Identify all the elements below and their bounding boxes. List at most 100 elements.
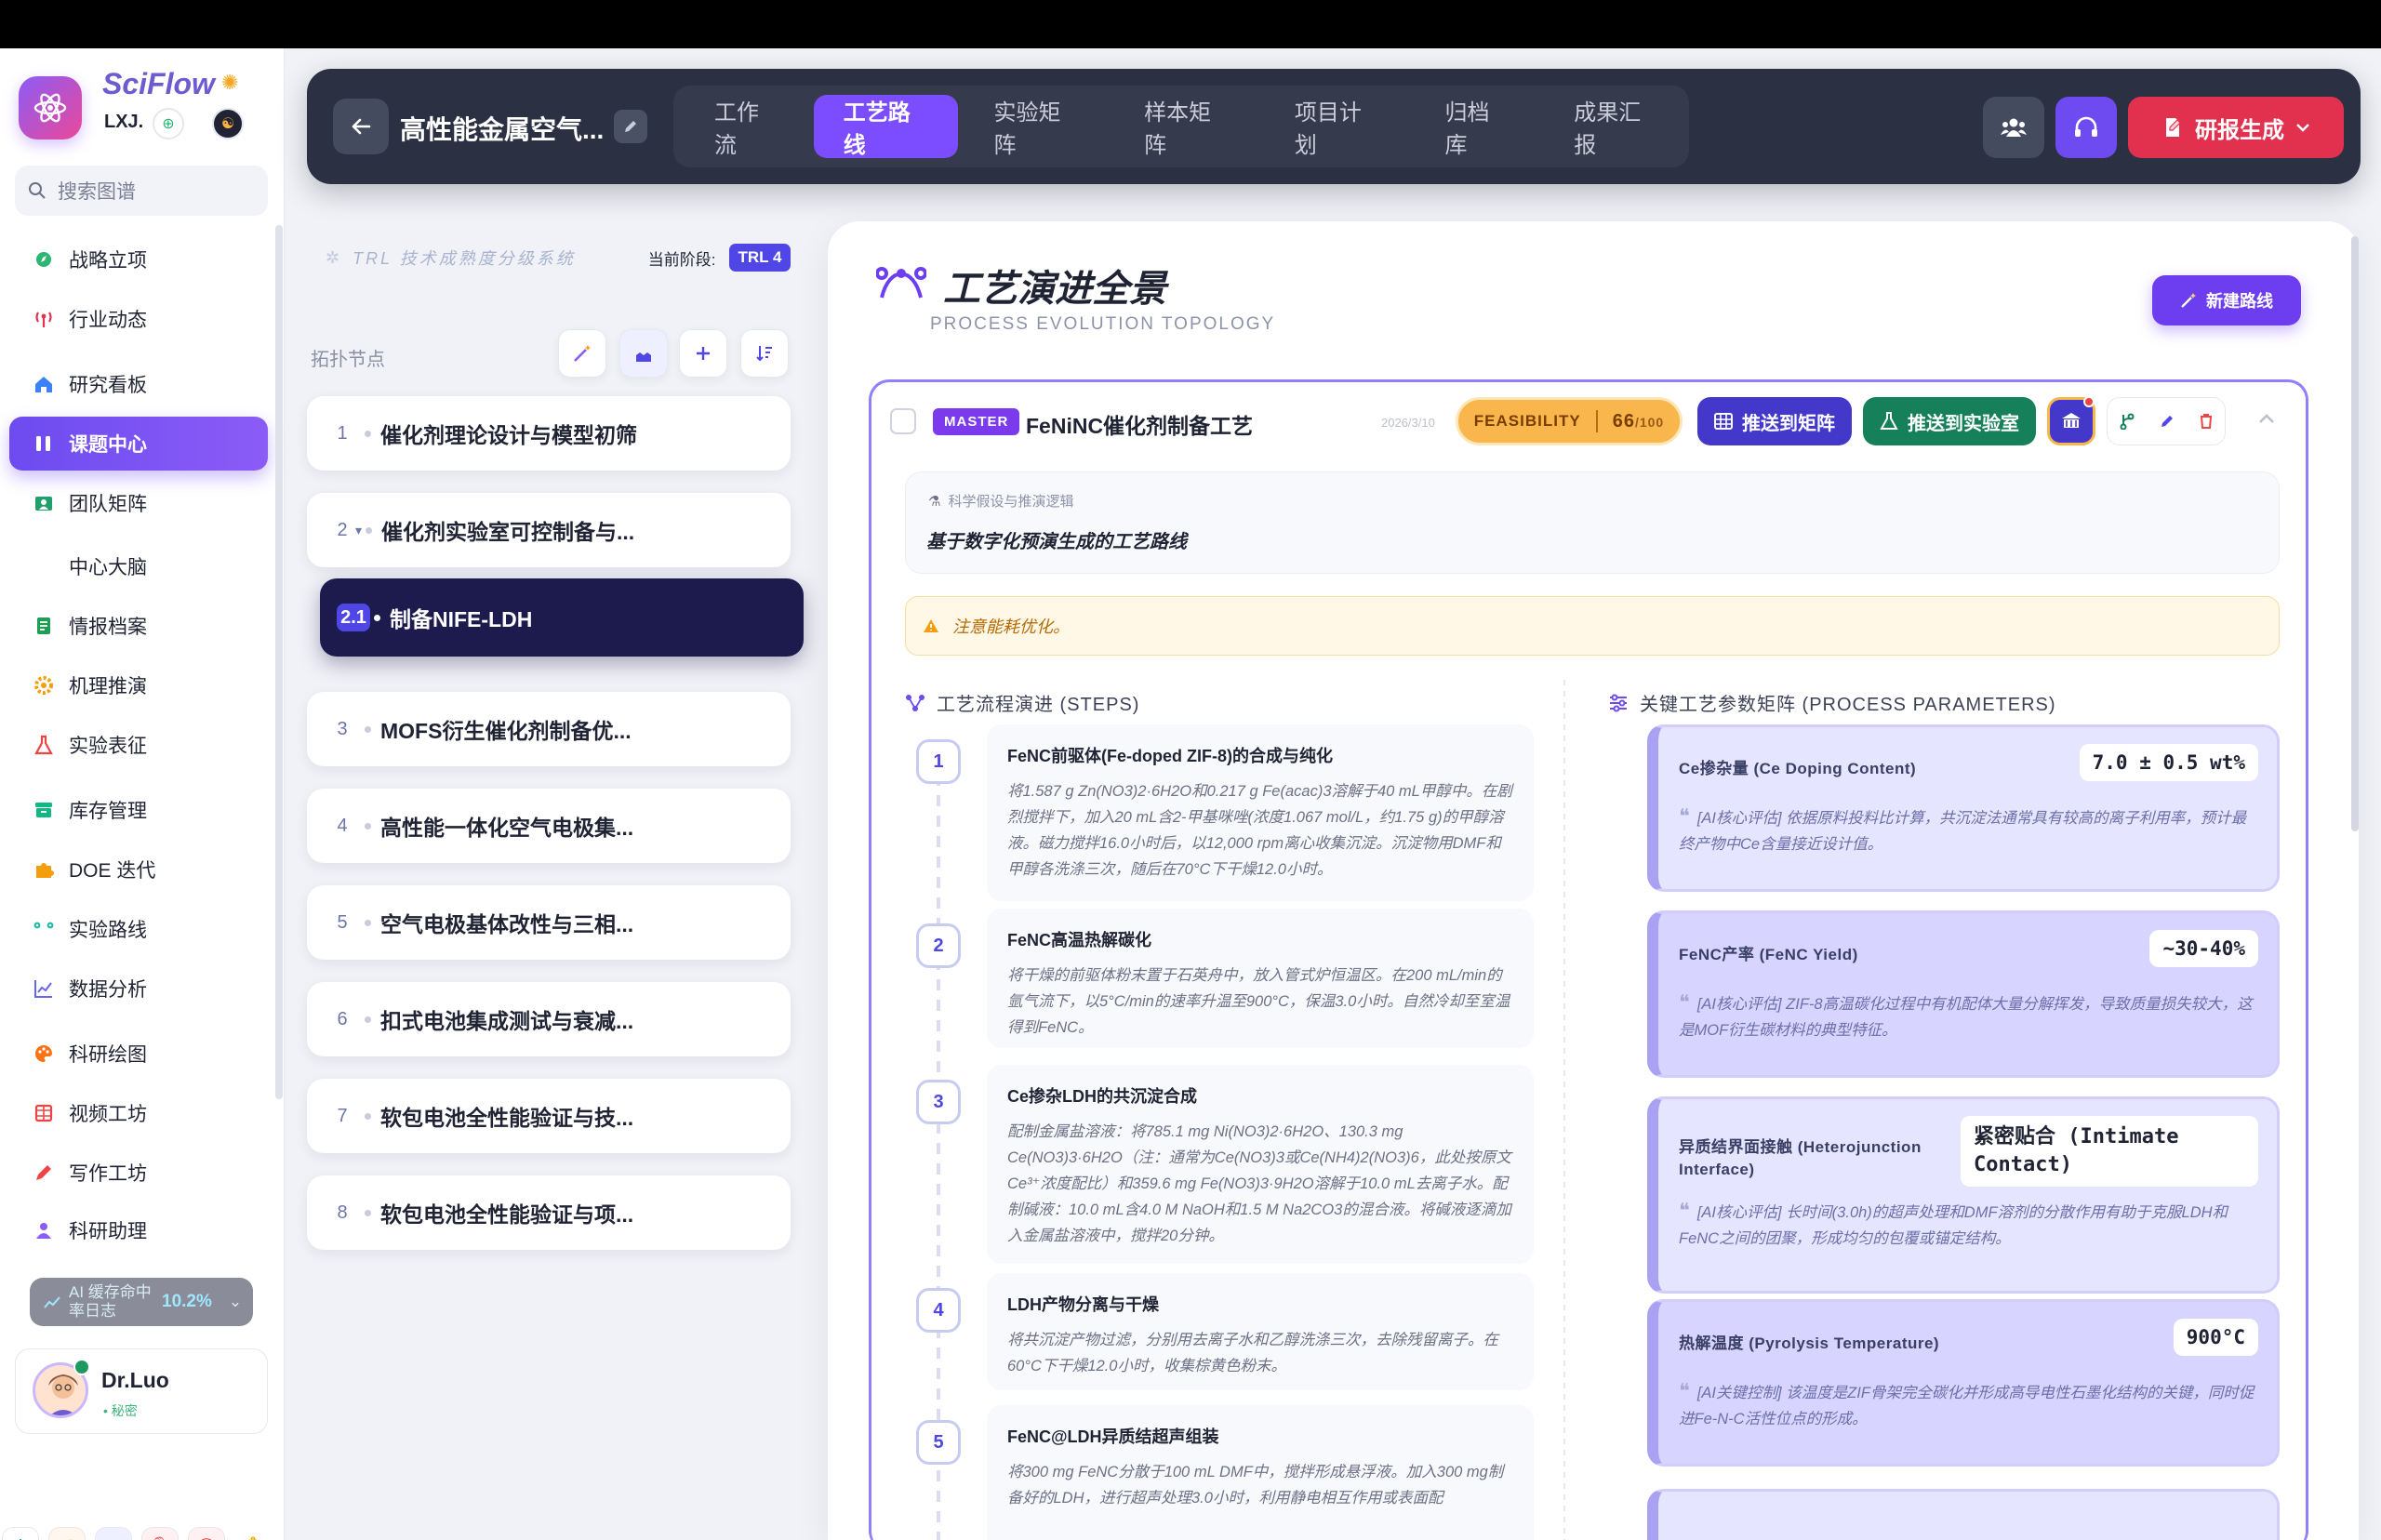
terminal-icon[interactable]: >_: [95, 1527, 132, 1540]
node-title: 软包电池全性能验证与技...: [380, 1106, 634, 1130]
magic-wand-button[interactable]: [558, 329, 606, 378]
step-body: 将1.587 g Zn(NO3)2·6H2O和0.217 g Fe(acac)3…: [1007, 783, 1512, 878]
step-card[interactable]: Ce掺杂LDH的共沉淀合成 配制金属盐溶液：将785.1 mg Ni(NO3)2·…: [987, 1065, 1534, 1264]
cache-label: AI 缓存命中率日志: [69, 1283, 152, 1320]
sidebar-item-17[interactable]: 科研助理: [9, 1203, 268, 1257]
topology-node[interactable]: 2.1 制备NIFE-LDH: [320, 578, 804, 657]
back-button[interactable]: [333, 99, 389, 154]
settings-icon[interactable]: ⚙: [2, 1527, 39, 1540]
route-checkbox[interactable]: [890, 408, 916, 434]
parameter-card[interactable]: FeNC产率 (FeNC Yield) ~30-40% ❝ [AI核心评估] ZIF-…: [1647, 910, 2280, 1078]
node-dot: [365, 919, 371, 926]
sidebar-item-14[interactable]: 科研绘图: [9, 1027, 268, 1081]
sidebar-item-label: 实验表征: [69, 736, 147, 757]
route-action-group: [2107, 397, 2226, 445]
sidebar-item-12[interactable]: 实验路线: [9, 902, 268, 956]
report-generate-button[interactable]: 研报生成: [2128, 97, 2344, 158]
tab-7[interactable]: 成果汇报: [1544, 95, 1689, 158]
support-button[interactable]: [2055, 97, 2117, 158]
atom-icon: [33, 93, 67, 123]
caret-down-icon[interactable]: ▾: [355, 523, 362, 538]
parameter-value: ~30-40%: [2149, 930, 2258, 967]
parameter-card[interactable]: [1647, 1489, 2280, 1540]
tab-1[interactable]: 工作流: [685, 95, 808, 158]
topology-node[interactable]: 1 催化剂理论设计与模型初筛: [307, 396, 791, 471]
lab-button[interactable]: [619, 329, 668, 378]
step-card[interactable]: LDH产物分离与干燥 将共沉淀产物过滤，分别用去离子水和乙醇洗涤三次，去除残留离子…: [987, 1273, 1534, 1390]
search-input[interactable]: 搜索图谱: [15, 166, 268, 216]
topology-node[interactable]: 5 空气电极基体改性与三相...: [307, 885, 791, 960]
sidebar-item-7[interactable]: 情报档案: [9, 599, 268, 653]
tab-2[interactable]: 工艺路线: [813, 95, 959, 158]
push-matrix-button[interactable]: 推送到矩阵: [1697, 397, 1852, 445]
panel-scrollbar[interactable]: [2351, 236, 2359, 831]
record-icon[interactable]: ◯: [188, 1527, 225, 1540]
home-icon: [33, 374, 54, 394]
bell-icon[interactable]: 🔔: [234, 1527, 272, 1540]
quote-icon: ❝: [1679, 804, 1690, 828]
tab-4[interactable]: 样本矩阵: [1114, 95, 1259, 158]
step-card[interactable]: FeNC@LDH异质结超声组装 将300 mg FeNC分散于100 mL DMF…: [987, 1405, 1534, 1540]
hypothesis-label: 科学假设与推演逻辑: [948, 494, 1074, 510]
topology-node[interactable]: 7 软包电池全性能验证与技...: [307, 1079, 791, 1153]
sidebar-scrollbar[interactable]: [275, 225, 283, 1099]
sidebar-item-16[interactable]: 写作工坊: [9, 1146, 268, 1200]
chevron-up-icon[interactable]: [2257, 412, 2276, 425]
search-placeholder: 搜索图谱: [58, 181, 136, 203]
parameter-card[interactable]: 异质结界面接触 (Heterojunction Interface) 紧密贴合 (…: [1647, 1096, 2280, 1294]
sidebar-item-4[interactable]: 课题中心: [9, 417, 268, 471]
ai-cache-indicator[interactable]: AI 缓存命中率日志 10.2% ⌄: [30, 1278, 253, 1326]
archive-icon: [33, 616, 54, 636]
notification-dot: [2083, 396, 2095, 407]
user-card[interactable]: Dr.Luo • 秘密: [15, 1348, 268, 1434]
microphone-icon[interactable]: 🎙: [141, 1527, 179, 1540]
tab-5[interactable]: 项目计划: [1265, 95, 1410, 158]
flask-icon: ⚗: [928, 493, 941, 510]
sidebar-item-3[interactable]: 研究看板: [9, 357, 268, 411]
topology-node[interactable]: 3 MOFS衍生催化剂制备优...: [307, 692, 791, 766]
push-lab-button[interactable]: 推送到实验室: [1863, 397, 2036, 445]
sidebar-item-2[interactable]: 行业动态: [9, 292, 268, 346]
sidebar-item-13[interactable]: 数据分析: [9, 962, 268, 1016]
step-card[interactable]: FeNC高温热解碳化 将干燥的前驱体粉末置于石英舟中，放入管式炉恒温区。在200 …: [987, 909, 1534, 1048]
sidebar-item-8[interactable]: 机理推演: [9, 658, 268, 712]
sidebar-item-5[interactable]: 团队矩阵: [9, 476, 268, 530]
topology-node[interactable]: 8 软包电池全性能验证与项...: [307, 1175, 791, 1250]
tab-6[interactable]: 归档库: [1416, 95, 1539, 158]
team-button[interactable]: [1983, 97, 2044, 158]
puzzle-icon: [33, 859, 54, 880]
edit-icon[interactable]: [2160, 414, 2175, 429]
parameter-card[interactable]: 热解温度 (Pyrolysis Temperature) 900°C ❝ [AI关键控…: [1647, 1299, 2280, 1467]
history-icon[interactable]: ↺: [48, 1527, 86, 1540]
trash-icon[interactable]: [2200, 414, 2213, 429]
route-name: FeNiNC催化剂制备工艺: [1026, 414, 1254, 438]
archive-route-button[interactable]: [2047, 396, 2095, 445]
step-card[interactable]: FeNC前驱体(Fe-doped ZIF-8)的合成与纯化 将1.587 g Zn…: [987, 724, 1534, 901]
trl-stage-badge[interactable]: TRL 4: [728, 244, 791, 272]
branch-icon[interactable]: [2120, 413, 2135, 430]
topology-node[interactable]: 6 扣式电池集成测试与衰减...: [307, 982, 791, 1056]
topology-node[interactable]: 4 高性能一体化空气电极集...: [307, 789, 791, 863]
sidebar-item-9[interactable]: 实验表征: [9, 718, 268, 772]
sort-button[interactable]: [740, 329, 789, 378]
tab-3[interactable]: 实验矩阵: [964, 95, 1109, 158]
add-node-button[interactable]: [679, 329, 727, 378]
sidebar-item-1[interactable]: 战略立项: [9, 232, 268, 286]
sidebar-item-6[interactable]: 中心大脑: [9, 539, 268, 593]
parameter-card[interactable]: Ce掺杂量 (Ce Doping Content) 7.0 ± 0.5 wt% ❝[…: [1647, 724, 2280, 892]
route-icon: [33, 919, 54, 939]
grid-icon: [1714, 413, 1733, 430]
sidebar-item-10[interactable]: 库存管理: [9, 783, 268, 837]
sidebar: SciFlow ✺ LXJ. ⊕ ☯ 搜索图谱 战略立项 行业动态 研究看板 课题中心…: [0, 48, 285, 1540]
app-logo[interactable]: [19, 76, 82, 139]
sidebar-item-11[interactable]: DOE 迭代: [9, 843, 268, 896]
status-chip-icon[interactable]: ⊕: [153, 108, 184, 139]
film-icon: [33, 1103, 54, 1123]
step-title: FeNC@LDH异质结超声组装: [1007, 1427, 1219, 1446]
edit-title-button[interactable]: [614, 110, 647, 143]
theme-toggle-icon[interactable]: ☯: [212, 108, 244, 139]
sidebar-item-15[interactable]: 视频工坊: [9, 1086, 268, 1140]
brand-sub: LXJ.: [104, 112, 144, 132]
new-route-button[interactable]: 新建路线: [2152, 275, 2301, 325]
topology-node[interactable]: 2 ▾ 催化剂实验室可控制备与...: [307, 493, 791, 567]
